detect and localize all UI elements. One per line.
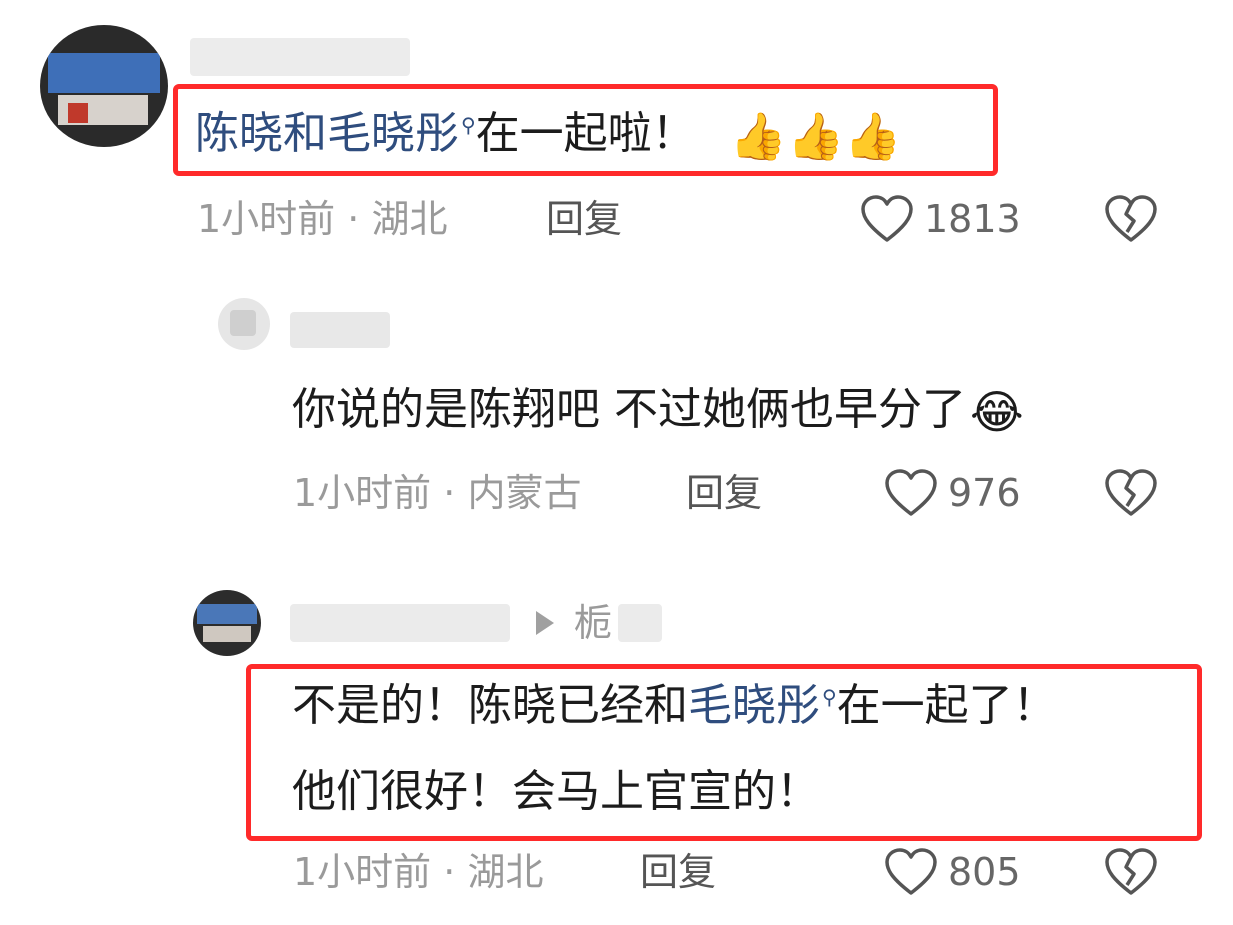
timestamp: 1小时前 <box>293 850 432 894</box>
username-blurred[interactable] <box>290 604 510 642</box>
avatar[interactable] <box>218 298 270 350</box>
thumbs-up-emojis: 👍👍👍 <box>730 108 902 159</box>
like-count: 976 <box>948 471 1021 515</box>
like-count: 1813 <box>924 197 1021 241</box>
like-count: 805 <box>948 850 1021 894</box>
avatar[interactable] <box>40 25 168 147</box>
comment-text-body: 在一起了！ <box>836 680 1057 731</box>
hashtag-link[interactable]: 毛晓彤 <box>688 680 820 731</box>
heart-icon[interactable] <box>884 847 938 897</box>
separator: · <box>347 197 360 241</box>
reply-button[interactable]: 回复 <box>546 200 622 238</box>
thumbs-up-icon: 👍 <box>729 109 787 163</box>
reply-button[interactable]: 回复 <box>640 853 716 891</box>
reply-arrow-icon <box>536 611 554 635</box>
comment-text: 不是的！陈晓已经和毛晓彤 ⚲在一起了！ <box>292 684 1057 728</box>
comment-text: 陈晓和毛晓彤 ⚲在一起啦！ 👍👍👍 <box>195 112 902 160</box>
comment-text-body: 你说的是陈翔吧 不过她俩也早分了 <box>292 384 966 435</box>
comment-meta: 1小时前 · 湖北 <box>197 200 447 238</box>
reply-button[interactable]: 回复 <box>686 474 762 512</box>
laughing-crying-icon: 😂 <box>970 385 1024 439</box>
broken-heart-icon[interactable] <box>1104 468 1158 518</box>
comment-text: 他们很好！会马上官宣的！ <box>292 766 820 817</box>
broken-heart-icon[interactable] <box>1104 194 1158 244</box>
hashtag-link[interactable]: 陈晓和毛晓彤 <box>195 108 459 159</box>
heart-icon[interactable] <box>860 194 914 244</box>
search-icon: ⚲ <box>822 685 837 710</box>
separator: · <box>443 850 456 894</box>
comment-text: 你说的是陈翔吧 不过她俩也早分了😂 <box>292 385 1024 439</box>
comment-text-body: 不是的！陈晓已经和 <box>292 680 688 731</box>
location: 湖北 <box>467 850 544 894</box>
timestamp: 1小时前 <box>293 471 432 515</box>
avatar[interactable] <box>193 590 261 656</box>
comment-text-body: 在一起啦！ <box>475 108 696 159</box>
timestamp: 1小时前 <box>197 197 336 241</box>
broken-heart-icon[interactable] <box>1104 847 1158 897</box>
search-icon: ⚲ <box>461 113 476 138</box>
comment-meta: 1小时前 · 内蒙古 <box>293 474 581 512</box>
location: 内蒙古 <box>467 471 582 515</box>
thumbs-up-icon: 👍 <box>786 109 845 163</box>
comment-meta: 1小时前 · 湖北 <box>293 853 543 891</box>
location: 湖北 <box>371 197 448 241</box>
heart-icon[interactable] <box>884 468 938 518</box>
separator: · <box>443 471 456 515</box>
thumbs-up-icon: 👍 <box>844 109 902 163</box>
reply-target[interactable]: 栀 <box>574 604 612 642</box>
